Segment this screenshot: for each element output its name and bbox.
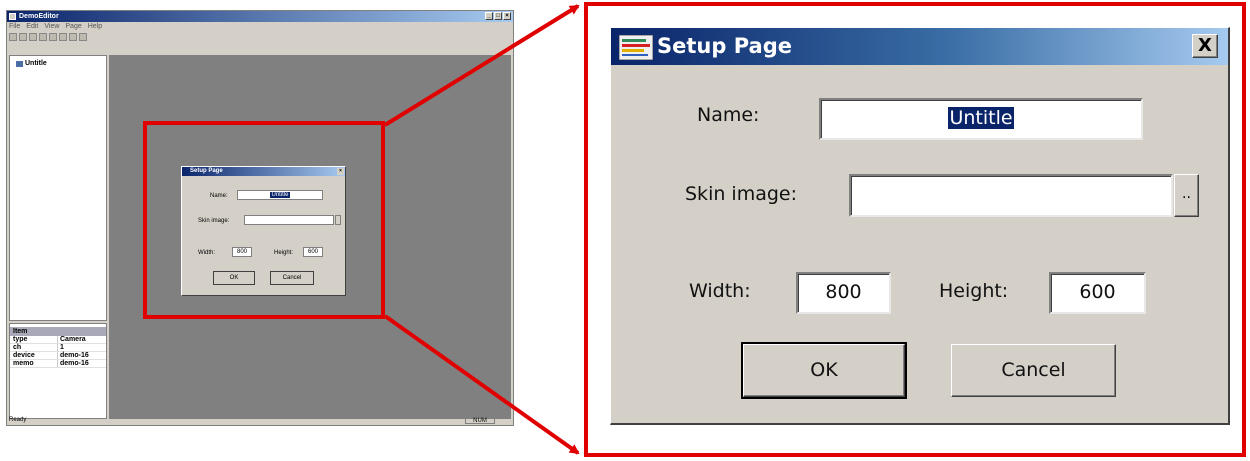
name-input[interactable]: Untitle (819, 98, 1143, 140)
app-icon (9, 13, 16, 20)
cut-icon[interactable] (39, 33, 47, 41)
prop-key: device (10, 352, 58, 359)
help-icon[interactable] (79, 33, 87, 41)
props-row[interactable]: type Camera (10, 336, 106, 344)
menu-view[interactable]: View (44, 23, 59, 32)
menu-bar: File Edit View Page Help (9, 23, 102, 32)
skin-image-label: Skin image: (685, 183, 798, 205)
name-label: Name: (697, 104, 760, 126)
maximize-icon[interactable]: □ (494, 12, 502, 20)
props-row[interactable]: ch 1 (10, 344, 106, 352)
dialog-title: Setup Page (657, 34, 792, 58)
cancel-button[interactable]: Cancel (951, 344, 1116, 397)
properties-panel: Item type Camera ch 1 device demo-16 memo de… (9, 323, 107, 419)
props-row[interactable]: memo demo-16 (10, 360, 106, 368)
skin-image-input[interactable] (849, 174, 1173, 217)
prop-key: type (10, 336, 58, 343)
print-icon[interactable] (69, 33, 77, 41)
menu-page[interactable]: Page (65, 23, 81, 32)
num-lock-indicator: NUM (465, 417, 495, 424)
prop-key: ch (10, 344, 58, 351)
prop-value: Camera (60, 336, 86, 343)
highlight-box (143, 121, 385, 319)
page-icon (16, 60, 23, 67)
app-title: DemoEditor (19, 13, 59, 20)
name-value: Untitle (948, 107, 1014, 129)
dialog-app-icon (619, 35, 653, 60)
ok-button[interactable]: OK (741, 342, 907, 399)
minimize-icon[interactable]: _ (485, 12, 493, 20)
close-icon[interactable]: X (1192, 34, 1218, 58)
tree-node-label: Untitle (25, 60, 47, 67)
width-input[interactable]: 800 (796, 272, 891, 314)
prop-value: demo-16 (60, 352, 89, 359)
paste-icon[interactable] (59, 33, 67, 41)
props-header: Item (10, 327, 106, 336)
window-controls: _ □ × (485, 12, 511, 20)
app-title-bar: DemoEditor _ □ × (7, 11, 513, 22)
page-tree[interactable]: Untitle (9, 55, 107, 321)
save-icon[interactable] (29, 33, 37, 41)
dialog-title-bar[interactable]: Setup Page X (611, 28, 1228, 65)
height-input[interactable]: 600 (1049, 272, 1146, 314)
close-icon[interactable]: × (503, 12, 511, 20)
menu-help[interactable]: Help (88, 23, 102, 32)
prop-value: demo-16 (60, 360, 89, 367)
toolbar (9, 33, 87, 43)
browse-button[interactable]: .. (1174, 174, 1199, 217)
prop-key: memo (10, 360, 58, 367)
status-bar: Ready NUM (7, 416, 513, 425)
new-icon[interactable] (9, 33, 17, 41)
setup-page-dialog: Setup Page X Name: Untitle Skin image: .… (610, 27, 1230, 425)
open-icon[interactable] (19, 33, 27, 41)
tree-node-root[interactable]: Untitle (16, 60, 47, 67)
width-label: Width: (689, 280, 751, 302)
copy-icon[interactable] (49, 33, 57, 41)
menu-edit[interactable]: Edit (26, 23, 38, 32)
height-label: Height: (939, 280, 1009, 302)
props-row[interactable]: device demo-16 (10, 352, 106, 360)
menu-file[interactable]: File (9, 23, 20, 32)
prop-value: 1 (60, 344, 64, 351)
status-text: Ready (9, 417, 27, 423)
